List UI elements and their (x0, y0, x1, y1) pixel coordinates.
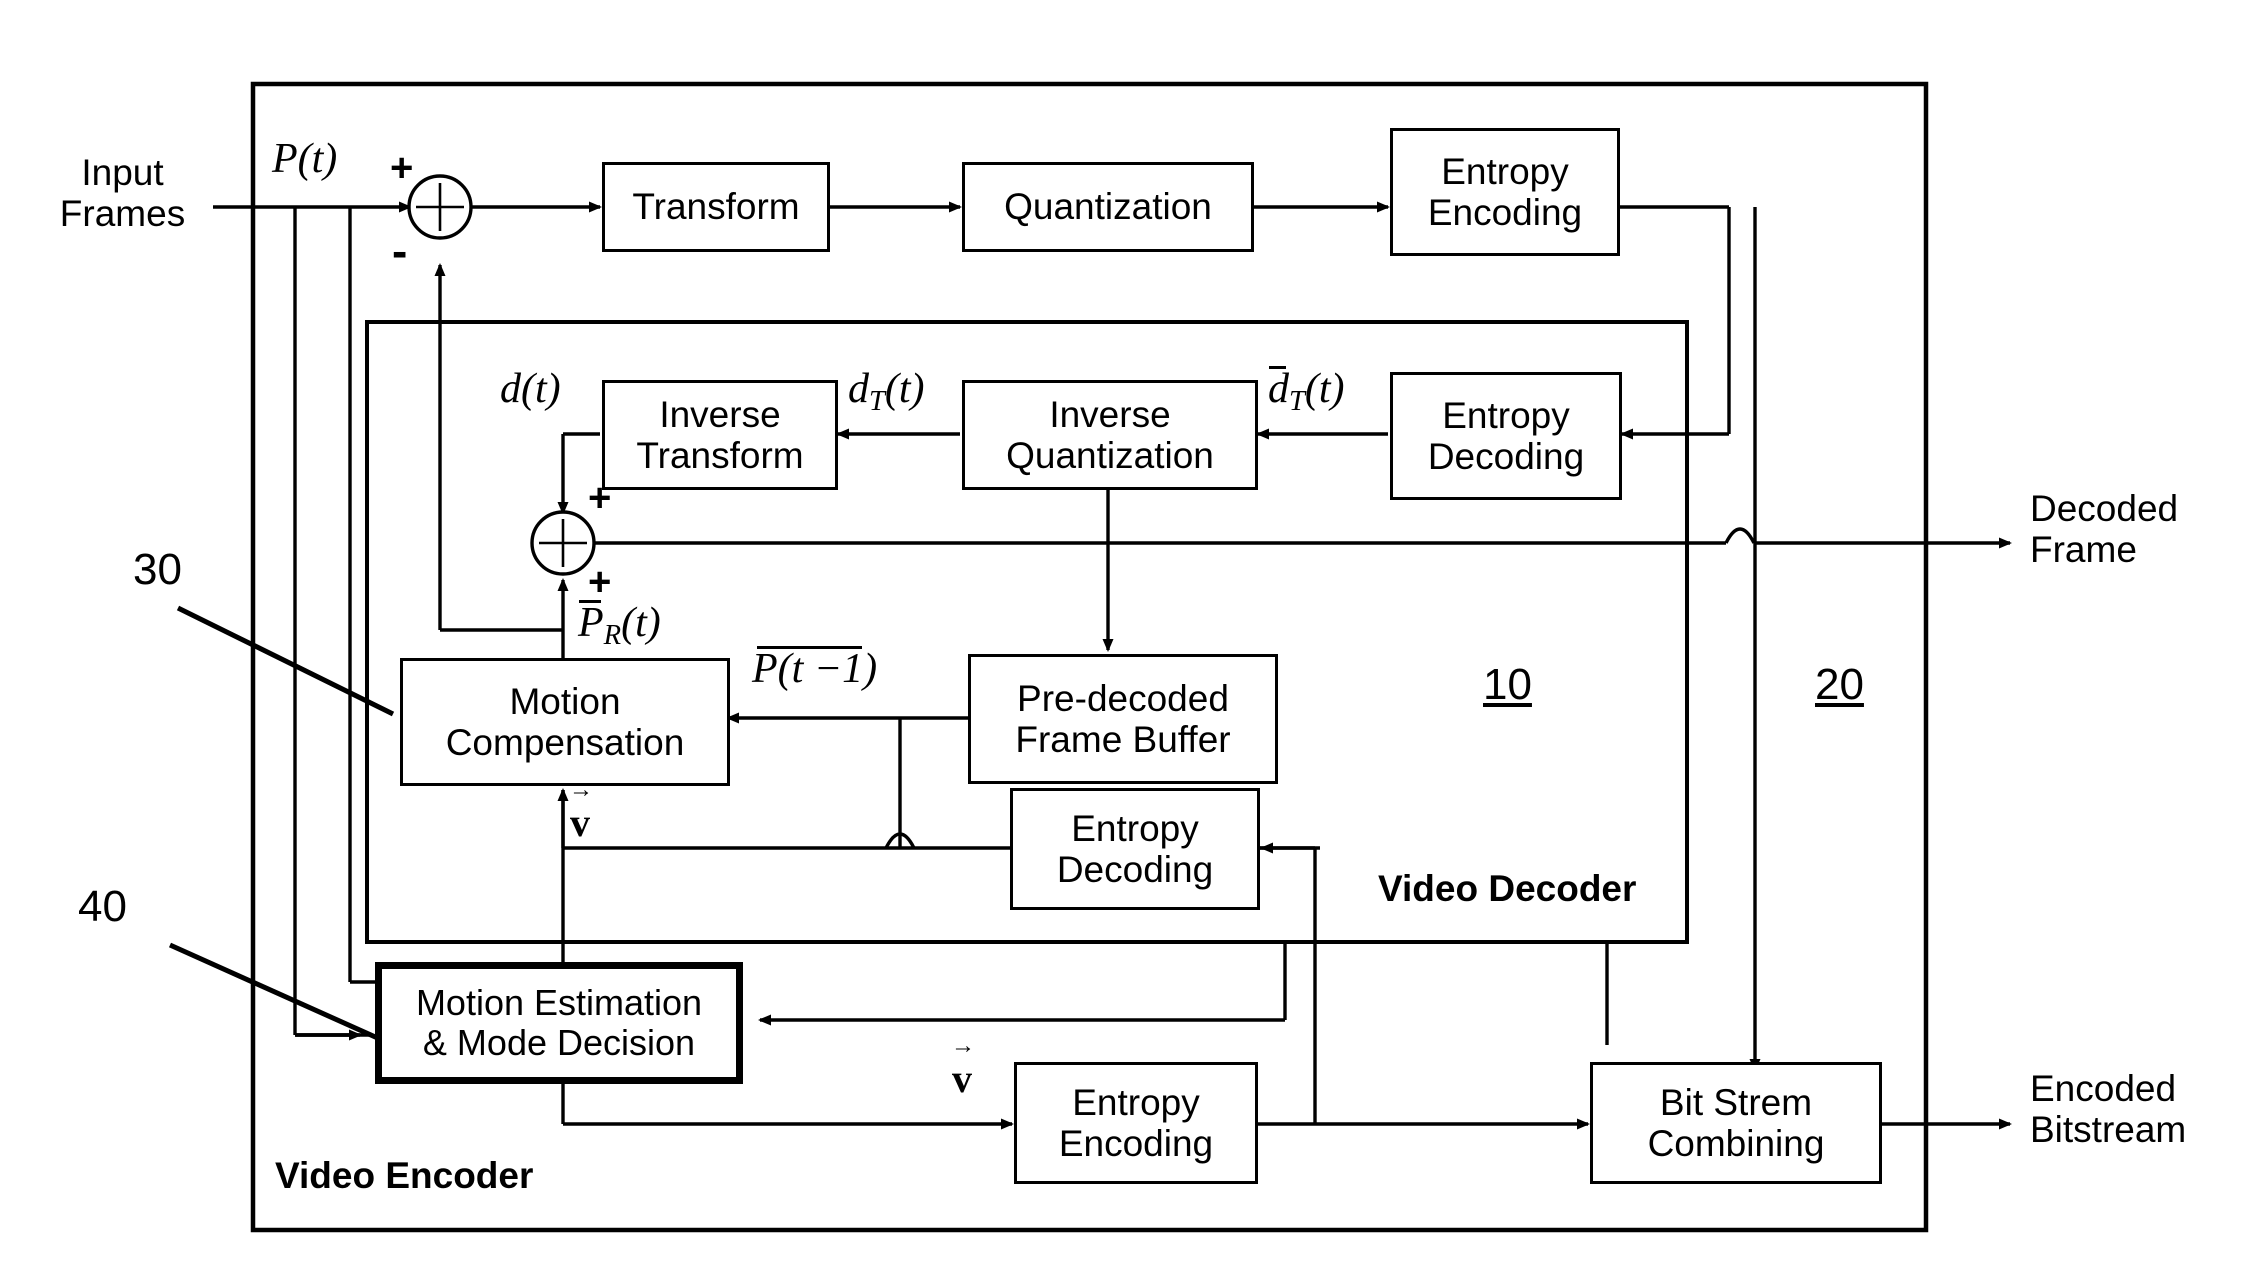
block-entropy-decoding-top[interactable]: Entropy Decoding (1390, 372, 1622, 500)
video-encoder-label: Video Encoder (275, 1155, 534, 1196)
block-label-entropy-encoding-top: Entropy Encoding (1427, 150, 1583, 233)
signal-label-d-bar-sub-t-t: dT(t) (1268, 366, 1345, 417)
block-label-quantization: Quantization (1004, 186, 1212, 228)
video-decoder-label: Video Decoder (1378, 868, 1637, 909)
decoded-frame-label: Decoded Frame (2030, 488, 2179, 571)
ref-numeral-40: 40 (78, 882, 127, 931)
block-inverse-quantization[interactable]: Inverse Quantization (962, 380, 1258, 490)
ref-numeral-30: 30 (133, 545, 182, 594)
input-frames-label: Input Frames (59, 152, 186, 235)
block-label-inverse-quantization: Inverse Quantization (1006, 393, 1214, 476)
block-label-motion-compensation: Motion Compensation (445, 680, 685, 763)
signal-label-motion-vector-bottom: v (951, 1034, 975, 1100)
block-transform[interactable]: Transform (602, 162, 830, 252)
signal-label-d-sub-t-t: dT(t) (848, 366, 925, 417)
block-entropy-encoding-mv[interactable]: Entropy Encoding (1014, 1062, 1258, 1184)
block-label-bit-stream-combining: Bit Strem Combining (1647, 1081, 1825, 1164)
block-label-motion-estimation: Motion Estimation & Mode Decision (415, 981, 703, 1063)
signal-label-d-t: d(t) (500, 366, 561, 412)
block-inverse-transform[interactable]: Inverse Transform (602, 380, 838, 490)
block-motion-compensation[interactable]: Motion Compensation (400, 658, 730, 786)
block-motion-estimation[interactable]: Motion Estimation & Mode Decision (375, 962, 743, 1084)
signal-label-p-t: P(t) (272, 136, 338, 182)
signal-label-motion-vector-top: v (569, 778, 593, 844)
signal-label-p-bar-r-t: PR(t) (578, 600, 661, 651)
ref-numeral-10: 10 (1483, 660, 1532, 709)
adder-subtract-minus-sign: - (392, 225, 408, 277)
block-label-entropy-decoding-top: Entropy Decoding (1427, 394, 1585, 477)
encoded-bitstream-label: Encoded Bitstream (2030, 1068, 2187, 1151)
block-label-inverse-transform: Inverse Transform (636, 393, 804, 476)
block-label-entropy-encoding-mv: Entropy Encoding (1058, 1081, 1214, 1164)
block-quantization[interactable]: Quantization (962, 162, 1254, 252)
adder-subtract-plus-sign: + (390, 146, 414, 190)
diagram-canvas: Transform Quantization Entropy Encoding … (0, 0, 2254, 1266)
block-pre-decoded-frame-buffer[interactable]: Pre-decoded Frame Buffer (968, 654, 1278, 784)
block-bit-stream-combining[interactable]: Bit Strem Combining (1590, 1062, 1882, 1184)
block-entropy-decoding-mv[interactable]: Entropy Decoding (1010, 788, 1260, 910)
block-label-pre-decoded-frame-buffer: Pre-decoded Frame Buffer (1015, 677, 1231, 760)
block-label-transform: Transform (632, 186, 800, 228)
signal-label-p-bar-t-minus-1: P(t −1) (752, 646, 878, 692)
ref-numeral-20: 20 (1815, 660, 1864, 709)
adder-sum-plus-sign-bottom: + (588, 560, 612, 604)
block-entropy-encoding-top[interactable]: Entropy Encoding (1390, 128, 1620, 256)
adder-sum-plus-sign-top: + (588, 476, 612, 520)
block-label-entropy-decoding-mv: Entropy Decoding (1056, 807, 1214, 890)
